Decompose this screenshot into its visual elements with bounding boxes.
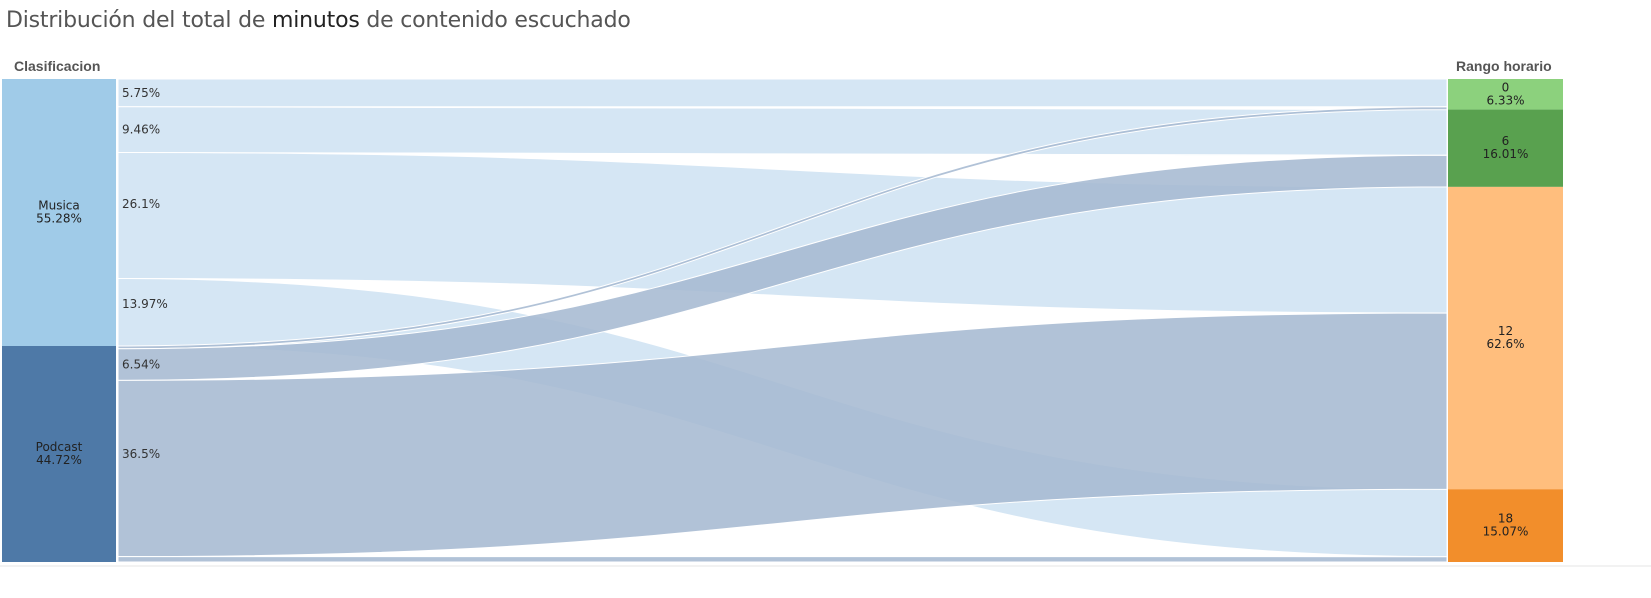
flow-musica-to-0	[117, 78, 1448, 108]
flow-podcast-to-18	[117, 556, 1448, 563]
flows-group	[117, 78, 1448, 563]
target-label-6: 6	[1502, 134, 1510, 148]
flow-musica-to-6	[117, 106, 1448, 156]
target-pct-6: 16.01%	[1483, 147, 1529, 161]
flow-label-musica-12: 26.1%	[122, 197, 160, 211]
target-label-0: 0	[1502, 80, 1510, 94]
flow-label-musica-0: 5.75%	[122, 86, 160, 100]
flow-label-podcast-6: 6.54%	[122, 358, 160, 372]
target-pct-12: 62.6%	[1486, 337, 1524, 351]
flow-label-podcast-12: 36.5%	[122, 447, 160, 461]
flow-label-musica-6: 9.46%	[122, 123, 160, 137]
source-pct-musica: 55.28%	[36, 212, 82, 226]
target-label-12: 12	[1498, 324, 1513, 338]
target-label-18: 18	[1498, 512, 1513, 526]
source-label-musica: Musica	[38, 199, 80, 213]
target-pct-18: 15.07%	[1483, 525, 1529, 539]
target-pct-0: 6.33%	[1486, 93, 1524, 107]
sankey-chart: Musica55.28% Podcast44.72% 06.33% 616.01% 12…	[0, 78, 1651, 567]
source-label-podcast: Podcast	[36, 440, 83, 454]
flow-label-musica-18: 13.97%	[122, 297, 168, 311]
source-pct-podcast: 44.72%	[36, 453, 82, 467]
